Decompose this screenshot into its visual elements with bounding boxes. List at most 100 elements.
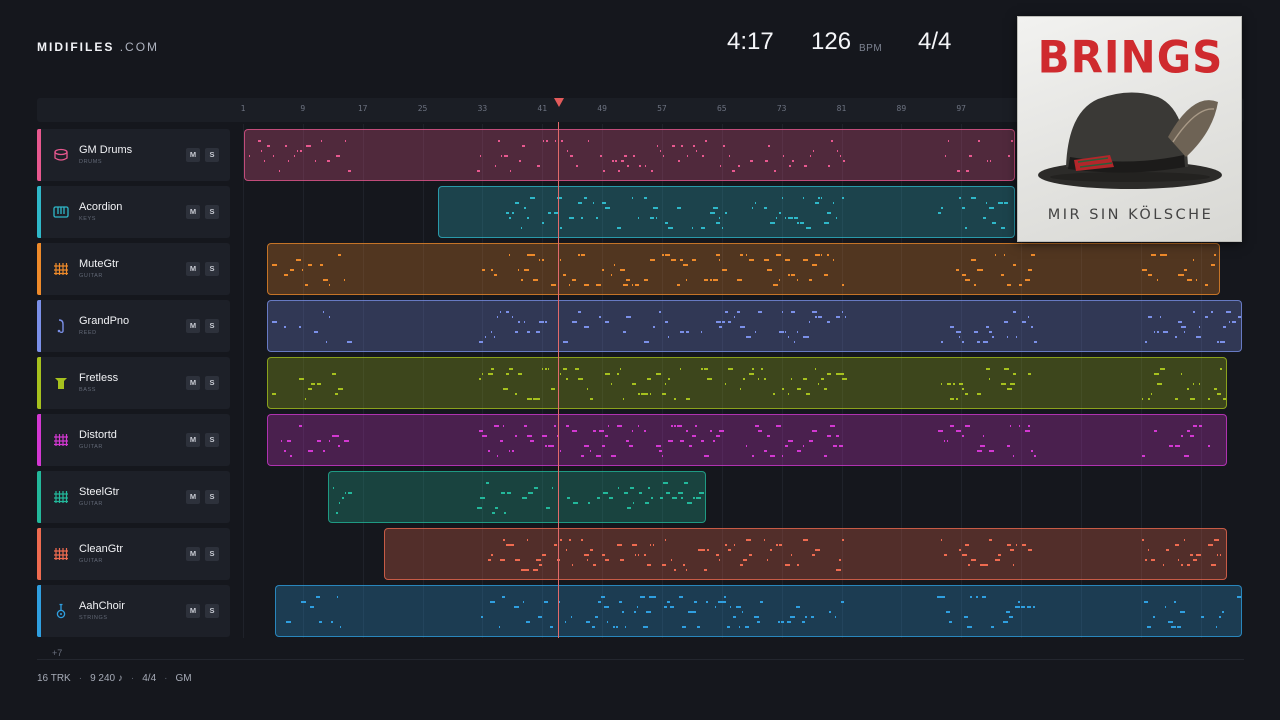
mute-button[interactable]: M [186,433,200,447]
track-color-bar [37,300,41,352]
album-artist: BRINGS [1037,31,1224,84]
track-category: GUITAR [79,273,103,279]
midi-standard: GM [175,673,192,684]
solo-button[interactable]: S [205,376,219,390]
mute-button[interactable]: M [186,148,200,162]
track-color-bar [37,129,41,181]
album-title: MIR SIN KÖLSCHE [1047,207,1214,223]
song-duration: 4:17 [727,28,774,55]
brand-main: MIDIFILES [37,40,115,54]
bass-icon [53,375,69,391]
ruler-tick: 9 [300,104,306,113]
mute-button[interactable]: M [186,262,200,276]
midi-clip[interactable] [328,471,706,523]
track-category: REED [79,330,97,336]
track-header[interactable]: GM Drums DRUMS M S [37,129,230,181]
track-name[interactable]: AahChoir [79,600,125,612]
track-lane [238,528,1244,580]
ruler-tick: 89 [896,104,907,113]
track-header[interactable]: Distortd GUITAR M S [37,414,230,466]
solo-button[interactable]: S [205,604,219,618]
track-color-bar [37,414,41,466]
midi-clip[interactable] [244,129,1015,181]
track-category: DRUMS [79,159,103,165]
mute-button[interactable]: M [186,604,200,618]
midi-clip[interactable] [267,357,1227,409]
solo-button[interactable]: S [205,148,219,162]
track-category: GUITAR [79,501,103,507]
track-color-bar [37,471,41,523]
track-category: GUITAR [79,444,103,450]
track-lane [238,471,1244,523]
track-name[interactable]: Distortd [79,429,117,441]
ruler-tick: 73 [776,104,787,113]
track-header[interactable]: CleanGtr GUITAR M S [37,528,230,580]
midi-clip[interactable] [275,585,1242,637]
track-header[interactable]: Acordion KEYS M S [37,186,230,238]
track-color-bar [37,528,41,580]
track-header[interactable]: SteelGtr GUITAR M S [37,471,230,523]
solo-button[interactable]: S [205,205,219,219]
track-category: STRINGS [79,615,108,621]
ruler-tick: 33 [477,104,488,113]
midi-clip[interactable] [267,300,1242,352]
time-signature: 4/4 [918,28,952,55]
track-name[interactable]: Acordion [79,201,122,213]
track-header[interactable]: GrandPno REED M S [37,300,230,352]
track-lane [238,414,1244,466]
track-color-bar [37,243,41,295]
fretboard-icon [53,489,69,505]
mute-button[interactable]: M [186,376,200,390]
track-lane [238,300,1244,352]
midi-clip[interactable] [267,414,1227,466]
mute-button[interactable]: M [186,547,200,561]
more-tracks-indicator[interactable]: +7 [52,648,62,658]
acoustic-guitar-icon [53,603,69,619]
fretboard-icon [53,432,69,448]
reed-icon [53,318,69,334]
mute-button[interactable]: M [186,490,200,504]
track-name[interactable]: GM Drums [79,144,132,156]
midi-clip[interactable] [384,528,1227,580]
solo-button[interactable]: S [205,490,219,504]
ruler-tick: 41 [537,104,548,113]
track-name[interactable]: GrandPno [79,315,129,327]
solo-button[interactable]: S [205,433,219,447]
midi-clip[interactable] [267,243,1220,295]
mute-button[interactable]: M [186,319,200,333]
midi-clip[interactable] [438,186,1015,238]
album-cover: BRINGS MIR SIN KÖLSCHE [1017,16,1242,242]
track-name[interactable]: CleanGtr [79,543,123,555]
tempo-value: 126 [811,28,852,55]
track-name[interactable]: MuteGtr [79,258,119,270]
drum-icon [53,147,69,163]
track-header[interactable]: AahChoir STRINGS M S [37,585,230,637]
track-header[interactable]: MuteGtr GUITAR M S [37,243,230,295]
mute-button[interactable]: M [186,205,200,219]
brand-logo: MIDIFILES .COM [37,40,159,54]
track-name[interactable]: Fretless [79,372,118,384]
track-lane [238,585,1244,637]
solo-button[interactable]: S [205,262,219,276]
track-lane [238,243,1244,295]
ruler-tick: 25 [417,104,428,113]
ruler-tick: 97 [956,104,967,113]
playhead-line [558,122,559,638]
track-category: BASS [79,387,97,393]
brand-suffix: .COM [119,40,160,54]
footer-time-signature: 4/4 [142,673,157,684]
ruler-tick: 81 [836,104,847,113]
solo-button[interactable]: S [205,319,219,333]
fretboard-icon [53,546,69,562]
footer-divider [37,659,1244,660]
ruler-tick: 57 [657,104,667,113]
solo-button[interactable]: S [205,547,219,561]
track-color-bar [37,357,41,409]
track-lane [238,357,1244,409]
track-header[interactable]: Fretless BASS M S [37,357,230,409]
track-name[interactable]: SteelGtr [79,486,119,498]
playhead-handle[interactable] [554,98,564,107]
ruler-tick: 1 [240,104,246,113]
track-count: 16 TRK [37,673,71,684]
track-category: GUITAR [79,558,103,564]
